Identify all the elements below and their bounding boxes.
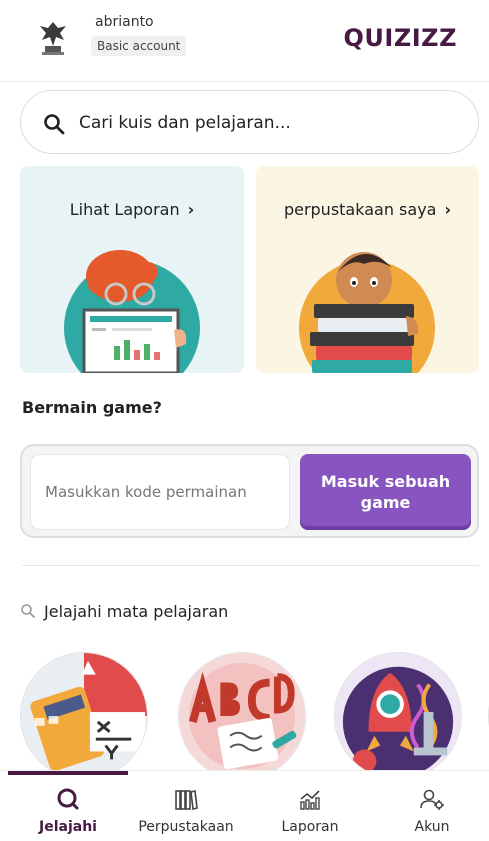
tab-account[interactable]: Akun <box>372 787 489 835</box>
tab-reports-label: Laporan <box>281 819 339 835</box>
explore-icon <box>57 788 79 810</box>
tab-library-label: Perpustakaan <box>138 819 234 835</box>
view-report-card[interactable]: Lihat Laporan › <box>20 166 244 373</box>
app-header: abrianto Basic account QUIZIZZ <box>0 0 489 82</box>
active-tab-indicator <box>8 771 128 775</box>
game-code-input[interactable] <box>30 454 290 530</box>
report-illustration <box>64 250 200 373</box>
math-subject-icon <box>21 653 147 770</box>
explore-subjects-label: Jelajahi mata pelajaran <box>44 602 229 621</box>
account-type-badge: Basic account <box>91 36 187 56</box>
username: abrianto <box>95 14 154 30</box>
bottom-tab-bar: Jelajahi Perpustakaan Laporan Akun <box>0 770 489 841</box>
library-illustration <box>299 252 435 373</box>
avatar[interactable] <box>36 18 70 56</box>
join-game-button[interactable]: Masuk sebuah game <box>300 454 471 530</box>
my-library-card[interactable]: perpustakaan saya › <box>256 166 479 373</box>
subjects-carousel[interactable] <box>0 648 489 770</box>
view-report-label: Lihat Laporan <box>69 200 180 219</box>
play-game-heading: Bermain game? <box>22 398 162 417</box>
search-icon <box>21 604 35 618</box>
science-subject-icon <box>335 653 461 770</box>
tab-explore-label: Jelajahi <box>39 819 97 835</box>
chart-icon <box>300 790 320 810</box>
search-bar[interactable]: Cari kuis dan pelajaran... <box>20 90 479 154</box>
account-icon <box>420 789 444 810</box>
tab-library[interactable]: Perpustakaan <box>126 787 246 835</box>
tab-explore[interactable]: Jelajahi <box>8 787 128 835</box>
search-placeholder: Cari kuis dan pelajaran... <box>79 113 291 133</box>
quizizz-logo: QUIZIZZ <box>343 24 457 52</box>
search-icon <box>44 114 65 135</box>
subject-english[interactable] <box>178 652 306 770</box>
subject-science[interactable] <box>334 652 462 770</box>
english-subject-icon <box>179 653 305 770</box>
tab-account-label: Akun <box>414 819 450 835</box>
section-divider <box>22 565 479 566</box>
chevron-right-icon: › <box>187 200 195 219</box>
subject-math[interactable] <box>20 652 148 770</box>
my-library-label: perpustakaan saya <box>283 200 437 219</box>
chevron-right-icon: › <box>444 200 452 219</box>
explore-subjects-heading: Jelajahi mata pelajaran <box>21 602 229 621</box>
tab-reports[interactable]: Laporan <box>250 787 370 835</box>
library-icon <box>175 790 198 810</box>
join-game-panel: Masuk sebuah game <box>20 444 479 538</box>
